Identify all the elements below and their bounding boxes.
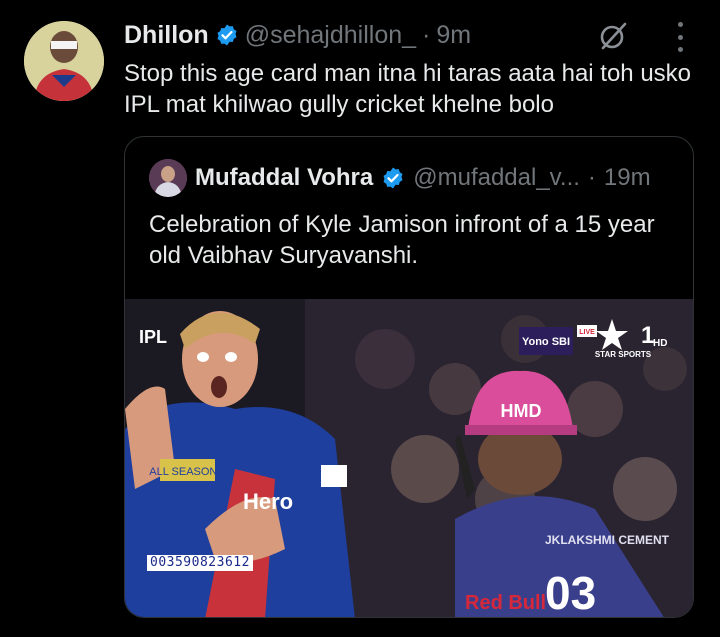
grok-icon[interactable] (597, 20, 629, 52)
jersey-number-right: 03 (545, 567, 596, 618)
timestamp[interactable]: 9m (436, 21, 471, 50)
quoted-timestamp[interactable]: 19m (604, 164, 651, 192)
tweet-text: Stop this age card man itna hi taras aat… (124, 60, 692, 118)
quoted-verified-badge-icon[interactable] (381, 166, 405, 190)
separator-dot: · (422, 20, 431, 49)
quoted-author-avatar[interactable] (149, 159, 187, 197)
more-options-icon[interactable] (668, 22, 692, 52)
channel-name: STAR SPORTS (595, 350, 652, 359)
jersey-name-right: JKLAKSHMI CEMENT (545, 533, 670, 547)
author-avatar[interactable] (24, 21, 104, 101)
jersey-sponsor-left: ALL SEASONS (149, 466, 224, 478)
barcode-label: 003590823612 (147, 555, 253, 571)
author-handle[interactable]: @sehajdhillon_ (245, 21, 416, 50)
helmet-text: HMD (501, 401, 542, 421)
quoted-tweet-text: Celebration of Kyle Jamison infront of a… (149, 211, 655, 269)
tweet-header: Dhillon @sehajdhillon_ · 9m (124, 18, 471, 52)
tweet[interactable]: Dhillon @sehajdhillon_ · 9m Stop this ag… (0, 0, 720, 637)
quoted-tweet-header: Mufaddal Vohra @mufaddal_v... · 19m (149, 159, 651, 197)
live-label: LIVE (579, 329, 595, 336)
verified-badge-icon[interactable] (215, 23, 239, 47)
quoted-author-handle[interactable]: @mufaddal_v... (413, 164, 580, 192)
quoted-tweet-image[interactable]: ALL SEASONS Hero HMD JKLAKSHMI CEMENT 03… (125, 299, 693, 618)
quoted-tweet[interactable]: Mufaddal Vohra @mufaddal_v... · 19m Cele… (124, 136, 694, 618)
channel-hd: HD (653, 338, 667, 349)
author-name[interactable]: Dhillon (124, 21, 209, 50)
ipl-logo: IPL (139, 327, 167, 347)
jersey-brand-right: Red Bull (465, 592, 546, 614)
avatar-image (24, 21, 104, 101)
jersey-text-left: Hero (243, 489, 293, 514)
sponsor-badge: Yono SBI (522, 336, 570, 348)
quoted-separator-dot: · (587, 164, 596, 191)
quoted-author-name[interactable]: Mufaddal Vohra (195, 164, 373, 192)
